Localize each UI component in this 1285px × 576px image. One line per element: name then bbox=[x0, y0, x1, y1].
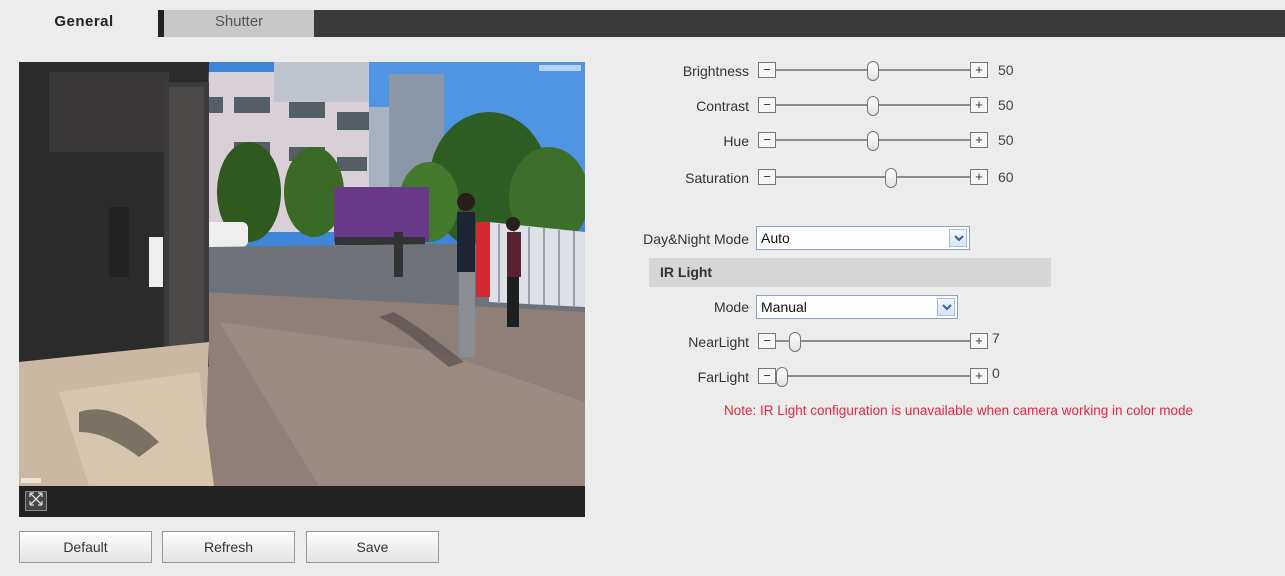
ir-light-note: Note: IR Light configuration is unavaila… bbox=[724, 403, 1193, 418]
fullscreen-icon[interactable] bbox=[25, 491, 47, 511]
nearlight-value: 7 bbox=[992, 330, 1000, 346]
farlight-thumb[interactable] bbox=[776, 367, 788, 387]
hue-increase-button[interactable]: + bbox=[970, 132, 988, 148]
daynight-mode-select[interactable]: Auto bbox=[756, 226, 970, 250]
saturation-decrease-button[interactable]: − bbox=[758, 169, 776, 185]
daynight-mode-label: Day&Night Mode bbox=[643, 231, 749, 247]
saturation-increase-button[interactable]: + bbox=[970, 169, 988, 185]
farlight-increase-button[interactable]: + bbox=[970, 368, 988, 384]
nearlight-track[interactable] bbox=[776, 340, 970, 342]
farlight-track[interactable] bbox=[776, 375, 970, 377]
farlight-label: FarLight bbox=[697, 369, 749, 385]
contrast-label: Contrast bbox=[696, 98, 749, 114]
nearlight-decrease-button[interactable]: − bbox=[758, 333, 776, 349]
brightness-decrease-button[interactable]: − bbox=[758, 62, 776, 78]
camera-scene-image bbox=[19, 62, 585, 486]
nearlight-slider[interactable]: − + 7 bbox=[758, 330, 1000, 352]
hue-label: Hue bbox=[723, 133, 749, 149]
brightness-thumb[interactable] bbox=[867, 61, 879, 81]
farlight-decrease-button[interactable]: − bbox=[758, 368, 776, 384]
chevron-down-icon[interactable] bbox=[937, 298, 955, 316]
ir-mode-label: Mode bbox=[713, 299, 749, 315]
daynight-mode-value: Auto bbox=[761, 230, 790, 246]
ir-mode-select[interactable]: Manual bbox=[756, 295, 958, 319]
preview-toolbar bbox=[19, 486, 585, 517]
brightness-slider[interactable]: − + 50 bbox=[758, 61, 1014, 81]
hue-decrease-button[interactable]: − bbox=[758, 132, 776, 148]
contrast-increase-button[interactable]: + bbox=[970, 97, 988, 113]
chevron-down-icon[interactable] bbox=[949, 229, 967, 247]
hue-value: 50 bbox=[998, 132, 1014, 148]
refresh-button[interactable]: Refresh bbox=[162, 531, 295, 563]
saturation-label: Saturation bbox=[685, 170, 749, 186]
save-button[interactable]: Save bbox=[306, 531, 439, 563]
saturation-slider[interactable]: − + 60 bbox=[758, 168, 1014, 188]
farlight-slider[interactable]: − + 0 bbox=[758, 365, 1000, 387]
hue-slider[interactable]: − + 50 bbox=[758, 131, 1014, 151]
brightness-increase-button[interactable]: + bbox=[970, 62, 988, 78]
nearlight-label: NearLight bbox=[688, 334, 749, 350]
contrast-value: 50 bbox=[998, 97, 1014, 113]
brightness-value: 50 bbox=[998, 62, 1014, 78]
contrast-thumb[interactable] bbox=[867, 96, 879, 116]
tab-general[interactable]: General bbox=[10, 10, 158, 37]
video-preview[interactable] bbox=[19, 62, 585, 517]
saturation-track[interactable] bbox=[776, 176, 970, 178]
tab-shutter[interactable]: Shutter bbox=[164, 10, 314, 37]
farlight-value: 0 bbox=[992, 365, 1000, 381]
saturation-thumb[interactable] bbox=[885, 168, 898, 188]
ir-mode-value: Manual bbox=[761, 299, 807, 315]
contrast-slider[interactable]: − + 50 bbox=[758, 96, 1014, 116]
nearlight-thumb[interactable] bbox=[788, 332, 801, 352]
hue-thumb[interactable] bbox=[867, 131, 879, 151]
saturation-value: 60 bbox=[998, 169, 1014, 185]
default-button[interactable]: Default bbox=[19, 531, 152, 563]
nearlight-increase-button[interactable]: + bbox=[970, 333, 988, 349]
brightness-label: Brightness bbox=[682, 63, 749, 79]
ir-light-section-header: IR Light bbox=[649, 258, 1051, 287]
contrast-decrease-button[interactable]: − bbox=[758, 97, 776, 113]
